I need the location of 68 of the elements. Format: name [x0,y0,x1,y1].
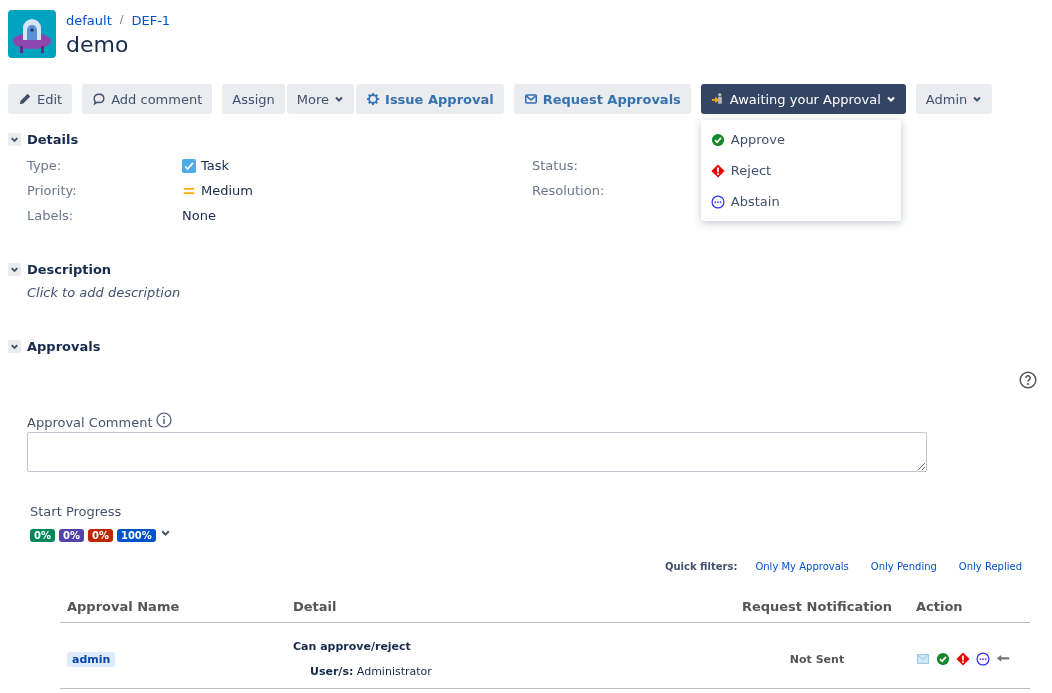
chevron-down-icon [972,94,983,104]
detail-users: User/s: Administrator [309,665,433,678]
toolbar-button[interactable]: Add comment [82,84,213,114]
column-header: Action [915,599,963,614]
quick-filters-label: Quick filters: [665,561,738,572]
toolbar-button[interactable]: Edit [8,84,73,114]
quick-filter-link[interactable]: Only Replied [958,561,1022,572]
description-placeholder[interactable]: Click to add description [8,285,1052,300]
field-value: None [182,208,216,223]
user-tag: admin [67,651,116,667]
ellipsis-circle-icon[interactable] [975,652,990,666]
column-header: Request Notification [741,599,893,614]
field-label: Priority: [27,183,78,198]
chevron-down-icon [334,94,345,104]
field-value: Medium [201,183,253,198]
notification-status: Not Sent [789,652,845,666]
speech-bubble-icon [92,92,107,106]
toolbar-button[interactable]: Issue Approval [356,84,504,114]
chevron-down-icon [885,94,896,104]
chevron-toggle-icon[interactable] [8,340,21,353]
gear-icon [366,92,381,106]
issue-title: demo [66,32,130,57]
field-value: Task [201,158,230,173]
field-label: Type: [27,158,63,173]
progress-badge: 0% [87,529,113,542]
help-icon[interactable] [1019,371,1037,389]
info-icon[interactable] [155,411,172,428]
field-label: Labels: [27,208,75,223]
comment-field[interactable] [27,432,927,472]
section-title: Details [27,132,79,147]
person-arrow-icon [710,92,725,106]
menu-button[interactable]: Admin [915,84,993,114]
column-header: Detail [293,599,337,614]
breadcrumb-link[interactable]: DEF-1 [131,13,171,28]
chevron-toggle-icon[interactable] [8,133,21,146]
breadcrumb-link[interactable]: default [66,13,112,28]
check-circle-icon[interactable] [935,652,950,666]
toolbar-button[interactable]: Assign [222,84,285,114]
field-label: Approval Comment [27,415,153,430]
section-title: Description [27,262,112,277]
field-label: Resolution: [532,183,606,198]
warning-diamond-icon[interactable] [955,652,970,666]
envelope-icon [523,92,538,106]
menu-button[interactable]: More [286,84,355,114]
check-circle-icon [710,132,725,147]
detail-title: Can approve/reject [293,640,412,653]
ellipsis-circle-icon [710,194,725,209]
chevron-down-icon[interactable] [159,528,171,539]
field-label: Status: [532,158,579,173]
menu-item[interactable]: Approve [700,124,901,155]
chevron-toggle-icon[interactable] [8,263,21,276]
breadcrumb-separator: / [119,13,124,28]
progress-badge: 100% [116,529,156,542]
awaiting-approval-button[interactable]: Awaiting your Approval [700,84,906,114]
progress-label: Start Progress [29,504,123,519]
checkbox-icon [182,158,196,173]
progress-badge: 0% [30,529,55,542]
progress-badge: 0% [59,529,84,542]
warning-diamond-icon [710,163,725,178]
toolbar-button[interactable]: Request Approvals [513,84,691,114]
section-title: Approvals [27,339,101,354]
quick-filter-link[interactable]: Only My Approvals [755,561,849,572]
quick-filter-link[interactable]: Only Pending [870,561,937,572]
menu-item[interactable]: Abstain [700,186,901,217]
column-header: Approval Name [67,599,180,614]
pencil-icon [18,92,32,106]
menu-item[interactable]: Reject [700,155,901,186]
project-avatar-icon [8,10,56,58]
